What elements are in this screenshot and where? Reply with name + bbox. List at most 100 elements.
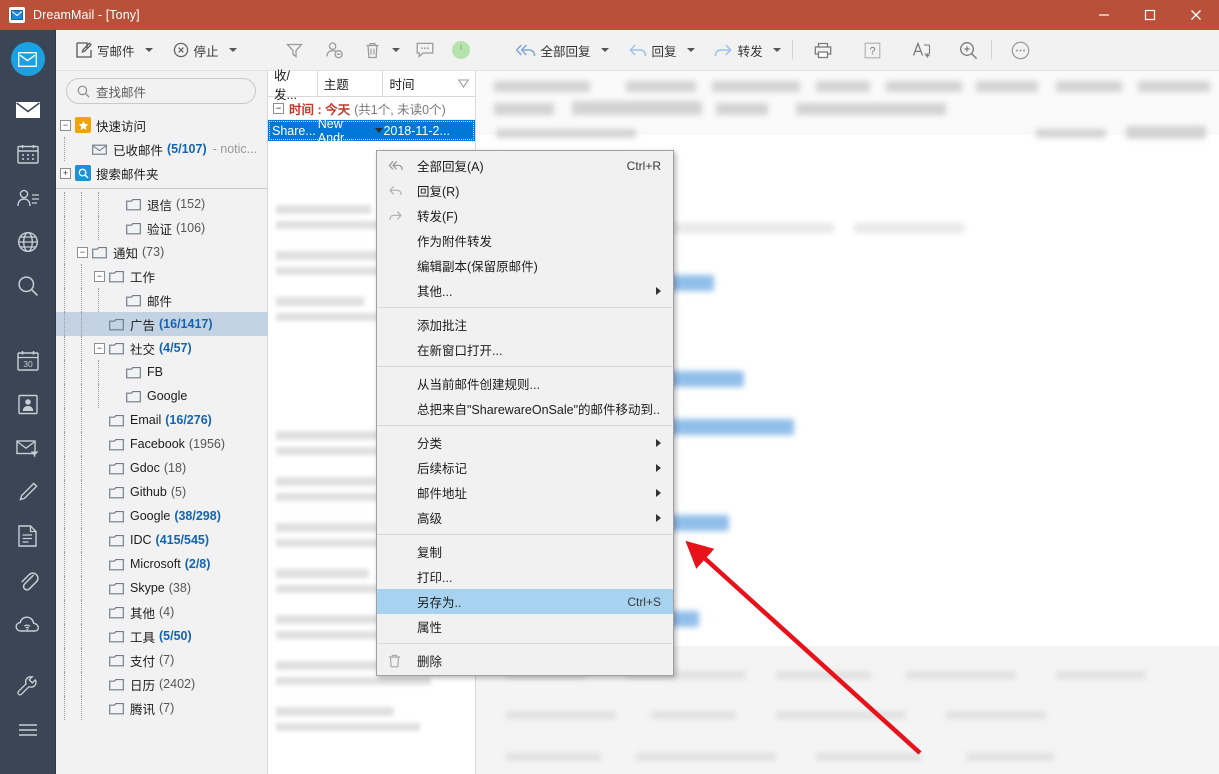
folder-item-退信[interactable]: 退信 (152)	[56, 192, 268, 216]
reply-dropdown[interactable]	[683, 35, 699, 65]
menu-item-全部回复A[interactable]: 全部回复(A) Ctrl+R	[377, 153, 673, 178]
rail-item-notes[interactable]	[0, 514, 56, 558]
rail-item-compose-pen[interactable]	[0, 470, 56, 514]
folder-expander[interactable]: −	[60, 119, 71, 131]
menu-item-属性[interactable]: 属性	[377, 614, 673, 639]
compose-dropdown[interactable]	[141, 35, 157, 65]
menu-item-分类[interactable]: 分类	[377, 430, 673, 455]
menu-item-邮件地址[interactable]: 邮件地址	[377, 480, 673, 505]
context-menu[interactable]: 全部回复(A) Ctrl+R 回复(R) 转发(F) 作为附件转发 编辑副本(保留原邮件)…	[376, 150, 674, 676]
rail-item-app-logo[interactable]	[0, 30, 56, 88]
forward-dropdown[interactable]	[769, 35, 785, 65]
folder-expander[interactable]: −	[77, 246, 88, 258]
delete-button[interactable]	[357, 35, 388, 65]
folder-item-Google[interactable]: Google (38/298)	[56, 504, 268, 528]
menu-item-总把来自SharewareOnSal[interactable]: 总把来自"SharewareOnSale"的邮件移动到..	[377, 396, 673, 421]
column-header-time[interactable]: 时间	[383, 71, 475, 97]
folder-tree[interactable]: − 快速访问 已收邮件 (5/107) - notic... + 搜索邮件夹 退信 (152) 验…	[56, 113, 268, 774]
close-button[interactable]	[1173, 0, 1219, 30]
message-row-selected[interactable]: Share... New Andr... 2018-11-2...	[268, 117, 475, 145]
menu-item-复制[interactable]: 复制	[377, 539, 673, 564]
rail-item-contacts[interactable]	[0, 176, 56, 220]
rail-item-search[interactable]	[0, 264, 56, 308]
reply-all-dropdown[interactable]	[597, 35, 613, 65]
print-button[interactable]	[808, 35, 839, 65]
folder-item-其他[interactable]: 其他 (4)	[56, 600, 268, 624]
menu-item-从当前邮件创建规则[interactable]: 从当前邮件创建规则...	[377, 371, 673, 396]
rail-item-web[interactable]	[0, 220, 56, 264]
menu-item-高级[interactable]: 高级	[377, 505, 673, 530]
stop-dropdown[interactable]	[225, 35, 241, 65]
more-options-button[interactable]	[1005, 35, 1036, 65]
zoom-in-button[interactable]	[953, 35, 984, 65]
rail-item-cloud[interactable]	[0, 602, 56, 646]
folder-item-Skype[interactable]: Skype (38)	[56, 576, 268, 600]
menu-item-作为附件转发[interactable]: 作为附件转发	[377, 228, 673, 253]
folder-item-社交[interactable]: − 社交 (4/57)	[56, 336, 268, 360]
folder-item-Email[interactable]: Email (16/276)	[56, 408, 268, 432]
help-button[interactable]: ?	[857, 35, 888, 65]
folder-expander[interactable]: +	[60, 167, 71, 179]
search-input[interactable]: 查找邮件	[66, 78, 256, 104]
menu-item-编辑副本保留原邮件[interactable]: 编辑副本(保留原邮件)	[377, 253, 673, 278]
menu-item-后续标记[interactable]: 后续标记	[377, 455, 673, 480]
menu-item-label: 添加批注	[417, 319, 468, 333]
rail-item-mail[interactable]	[0, 88, 56, 132]
reply-all-button[interactable]: 全部回复	[509, 35, 597, 65]
folder-item-日历[interactable]: 日历 (2402)	[56, 672, 268, 696]
folder-item-IDC[interactable]: IDC (415/545)	[56, 528, 268, 552]
menu-item-另存为[interactable]: 另存为.. Ctrl+S	[377, 589, 673, 614]
folder-expander[interactable]: −	[94, 270, 105, 282]
compose-button[interactable]: 写邮件	[70, 35, 141, 65]
rail-item-calendar-grid[interactable]	[0, 132, 56, 176]
folder-item-Gdoc[interactable]: Gdoc (18)	[56, 456, 268, 480]
menu-item-添加批注[interactable]: 添加批注	[377, 312, 673, 337]
folder-item-支付[interactable]: 支付 (7)	[56, 648, 268, 672]
folder-item-工具[interactable]: 工具 (5/50)	[56, 624, 268, 648]
menu-item-label: 邮件地址	[417, 487, 468, 501]
folder-expander[interactable]: −	[94, 342, 105, 354]
folder-item-Google[interactable]: Google	[56, 384, 268, 408]
delete-dropdown[interactable]	[388, 35, 404, 65]
folder-item-已收邮件[interactable]: 已收邮件 (5/107) - notic...	[56, 137, 268, 161]
folder-item-工作[interactable]: − 工作	[56, 264, 268, 288]
minimize-button[interactable]	[1081, 0, 1127, 30]
folder-item-验证[interactable]: 验证 (106)	[56, 216, 268, 240]
rail-item-tools[interactable]	[0, 664, 56, 708]
comment-button[interactable]	[410, 35, 441, 65]
rail-item-attachments[interactable]	[0, 558, 56, 602]
menu-item-其他[interactable]: 其他...	[377, 278, 673, 303]
folder-item-广告[interactable]: 广告 (16/1417)	[56, 312, 268, 336]
forward-button[interactable]: 转发	[708, 35, 769, 65]
column-header-subject[interactable]: 主题	[318, 70, 384, 97]
rail-item-calendar-30[interactable]: 30	[0, 338, 56, 382]
rail-item-profile-card[interactable]	[0, 382, 56, 426]
folder-item-通知[interactable]: − 通知 (73)	[56, 240, 268, 264]
blocklist-button[interactable]	[319, 35, 350, 65]
folder-item-邮件[interactable]: 邮件	[56, 288, 268, 312]
maximize-button[interactable]	[1127, 0, 1173, 30]
menu-item-回复R[interactable]: 回复(R)	[377, 178, 673, 203]
menu-item-打印[interactable]: 打印...	[377, 564, 673, 589]
reply-button[interactable]: 回复	[622, 35, 683, 65]
filter-button[interactable]	[279, 35, 310, 65]
tree-guide-line	[64, 336, 65, 360]
rail-item-menu[interactable]	[0, 708, 56, 752]
folder-item-快速访问[interactable]: − 快速访问	[56, 113, 268, 137]
menu-item-删除[interactable]: 删除	[377, 648, 673, 673]
menu-item-在新窗口打开[interactable]: 在新窗口打开...	[377, 337, 673, 362]
folder-item-FB[interactable]: FB	[56, 360, 268, 384]
folder-note: - notic...	[212, 142, 258, 156]
rail-item-mail-filter[interactable]	[0, 426, 56, 470]
font-add-button[interactable]	[906, 35, 937, 65]
folder-item-腾讯[interactable]: 腾讯 (7)	[56, 696, 268, 720]
folder-item-Microsoft[interactable]: Microsoft (2/8)	[56, 552, 268, 576]
folder-item-搜索邮件夹[interactable]: + 搜索邮件夹	[56, 161, 268, 185]
column-header-sender[interactable]: 收/发...	[268, 69, 318, 102]
folder-item-Facebook[interactable]: Facebook (1956)	[56, 432, 268, 456]
folder-item-Github[interactable]: Github (5)	[56, 480, 268, 504]
wrench-icon	[17, 675, 37, 695]
group-expander[interactable]: −	[273, 102, 284, 114]
stop-button[interactable]: 停止	[167, 35, 225, 65]
menu-item-转发F[interactable]: 转发(F)	[377, 203, 673, 228]
